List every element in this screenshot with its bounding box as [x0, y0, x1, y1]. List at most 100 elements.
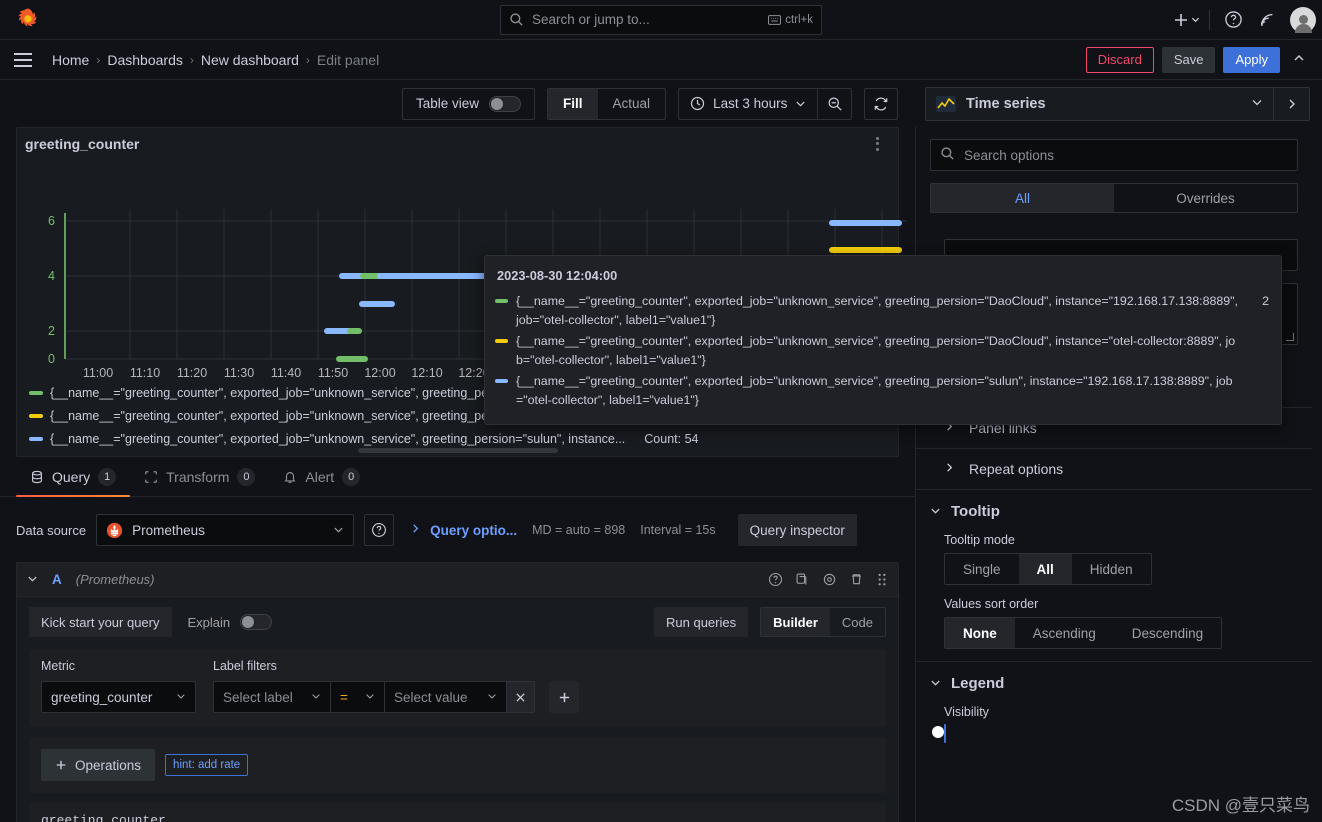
time-range-picker[interactable]: Last 3 hours	[679, 89, 817, 119]
tooltip-mode-all[interactable]: All	[1018, 554, 1072, 584]
svg-text:11:10: 11:10	[130, 366, 160, 379]
series-tooltip: 2023-08-30 12:04:00 {__name__="greeting_…	[484, 255, 1282, 425]
legend-series-count: Count: 54	[644, 431, 699, 446]
actual-option[interactable]: Actual	[598, 89, 666, 119]
breadcrumb-item-home[interactable]: Home	[52, 52, 89, 68]
kick-start-query-button[interactable]: Kick start your query	[29, 607, 172, 637]
tooltip-options-section: Tooltip Tooltip mode Single All Hidden V…	[916, 489, 1312, 661]
refresh-dashboard-button[interactable]	[864, 87, 899, 120]
datasource-select[interactable]: Prometheus	[96, 514, 355, 546]
legend-item[interactable]: {__name__="greeting_counter", exported_j…	[29, 427, 890, 450]
svg-text:11:40: 11:40	[271, 366, 301, 379]
menu-toggle-icon[interactable]	[14, 46, 42, 74]
news-feed-icon[interactable]	[1250, 3, 1284, 37]
remove-filter-icon[interactable]	[507, 681, 535, 713]
tooltip-row: {__name__="greeting_counter", exported_j…	[495, 292, 1269, 330]
tooltip-mode-hidden[interactable]: Hidden	[1072, 554, 1151, 584]
fill-option[interactable]: Fill	[548, 88, 598, 119]
legend-visibility-label: Visibility	[944, 705, 989, 719]
tab-query[interactable]: Query 1	[16, 457, 131, 497]
duplicate-query-icon[interactable]	[795, 572, 810, 587]
datasource-help-icon[interactable]	[364, 514, 395, 546]
table-view-toggle[interactable]: Table view	[402, 87, 536, 120]
overrides-tab[interactable]: Overrides	[1114, 184, 1297, 212]
filter-value-select[interactable]: Select value	[385, 681, 507, 713]
drag-handle-icon[interactable]	[876, 572, 888, 587]
breadcrumb-item-dashboards[interactable]: Dashboards	[107, 52, 183, 68]
tab-transform[interactable]: Transform 0	[130, 457, 269, 496]
query-inspector-button[interactable]: Query inspector	[737, 514, 857, 546]
discard-button[interactable]: Discard	[1085, 46, 1154, 73]
code-mode-option[interactable]: Code	[830, 608, 885, 636]
viz-picker-trigger[interactable]: Time series	[926, 95, 1273, 113]
legend-visibility-switch[interactable]	[932, 724, 946, 743]
filter-operator-select[interactable]: =	[331, 681, 385, 713]
sort-none-option[interactable]: None	[945, 618, 1015, 648]
all-options-tab[interactable]: All	[931, 184, 1114, 212]
add-new-button[interactable]	[1169, 3, 1203, 37]
watermark: CSDN @壹只菜鸟	[1171, 796, 1310, 815]
builder-code-group: Builder Code	[760, 607, 886, 637]
tab-alert[interactable]: Alert 0	[269, 457, 374, 496]
filter-label-select[interactable]: Select label	[213, 681, 331, 713]
grafana-logo-icon[interactable]	[14, 6, 42, 34]
svg-text:11:20: 11:20	[177, 366, 207, 379]
metric-filter-inputs: greeting_counter Select label = Select v…	[41, 681, 874, 713]
explain-toggle[interactable]: Explain	[188, 614, 273, 630]
hide-response-icon[interactable]	[822, 572, 837, 587]
builder-mode-option[interactable]: Builder	[761, 608, 830, 636]
visualization-picker[interactable]: Time series	[925, 87, 1310, 121]
apply-button[interactable]: Apply	[1223, 46, 1280, 73]
top-nav-actions	[1169, 3, 1322, 37]
query-options-toggle[interactable]: Query optio... MD = auto = 898 Interval …	[410, 523, 716, 538]
sort-ascending-option[interactable]: Ascending	[1015, 618, 1114, 648]
help-icon[interactable]	[1216, 3, 1250, 37]
search-shortcut-label: ctrl+k	[785, 13, 813, 26]
collapse-options-pane-button[interactable]	[1273, 88, 1309, 120]
values-sort-order-label: Values sort order	[944, 597, 1039, 611]
tooltip-mode-single[interactable]: Single	[945, 554, 1019, 584]
query-help-icon[interactable]	[768, 572, 783, 587]
svg-text:4: 4	[48, 269, 55, 283]
save-button[interactable]: Save	[1161, 46, 1216, 73]
avatar[interactable]	[1284, 6, 1316, 33]
operations-label: Operations	[75, 757, 142, 773]
breadcrumb-item-new-dashboard[interactable]: New dashboard	[201, 52, 299, 68]
metric-select[interactable]: greeting_counter	[41, 681, 196, 713]
legend-section-header[interactable]: Legend	[916, 662, 1312, 705]
chevron-right-icon	[1289, 99, 1295, 109]
transform-icon	[145, 470, 157, 483]
run-queries-button[interactable]: Run queries	[654, 607, 749, 637]
zoom-out-time-range-button[interactable]	[817, 88, 851, 119]
query-ref-id[interactable]: A	[52, 572, 62, 587]
svg-text:0: 0	[48, 352, 55, 366]
add-operations-button[interactable]: Operations	[41, 749, 156, 781]
time-range-controls: Last 3 hours	[678, 87, 853, 120]
chevron-down-icon[interactable]	[27, 573, 38, 587]
repeat-options-row[interactable]: Repeat options	[916, 448, 1312, 489]
explain-switch[interactable]	[240, 614, 273, 630]
tab-query-badge: 1	[98, 467, 117, 486]
bell-icon	[284, 471, 296, 483]
delete-query-icon[interactable]	[849, 572, 864, 587]
chevron-up-icon[interactable]	[1288, 51, 1310, 68]
top-navigation-bar: Search or jump to... ctrl+k	[0, 0, 1322, 40]
query-hint-button[interactable]: hint: add rate	[165, 754, 249, 776]
panel-editor-tabs: Query 1 Transform 0 Alert 0	[0, 457, 915, 497]
chevron-down-icon[interactable]	[1251, 95, 1273, 113]
panel-menu-icon[interactable]	[864, 131, 890, 157]
tooltip-section-header[interactable]: Tooltip	[916, 490, 1312, 533]
global-search-box[interactable]: Search or jump to... ctrl+k	[500, 4, 822, 35]
tooltip-mode-label: Tooltip mode	[944, 533, 1015, 547]
chevron-down-icon	[333, 523, 344, 538]
table-view-switch[interactable]	[489, 95, 522, 112]
metric-and-filters-panel: Metric Label filters greeting_counter Se…	[29, 649, 886, 727]
svg-text:11:50: 11:50	[318, 366, 348, 379]
add-filter-icon[interactable]	[549, 681, 579, 713]
panel-horizontal-scrollbar[interactable]	[17, 448, 898, 453]
sort-descending-option[interactable]: Descending	[1114, 618, 1221, 648]
datasource-label: Data source	[16, 522, 87, 538]
options-search-input[interactable]: Search options	[930, 139, 1298, 171]
divider	[1209, 9, 1210, 30]
search-icon	[509, 12, 524, 27]
